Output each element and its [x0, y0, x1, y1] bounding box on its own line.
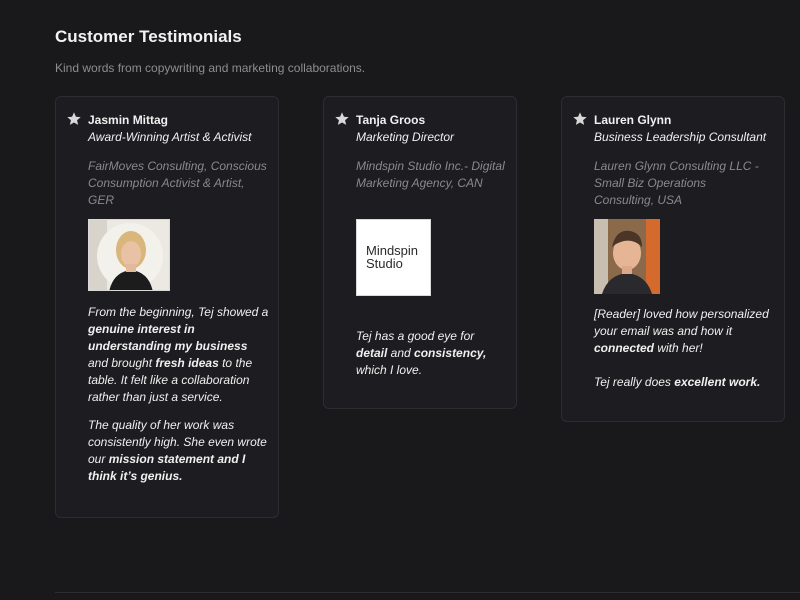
quote-paragraph: The quality of her work was consistently… [88, 418, 267, 483]
divider [55, 592, 800, 593]
testimonial-name: Tanja Groos [356, 113, 426, 127]
quote-paragraph: From the beginning, Tej showed a genuine… [88, 305, 269, 404]
testimonial-card-lauren: Lauren Glynn Business Leadership Consult… [561, 96, 785, 422]
company-logo-mindspin: Mindspin Studio [356, 219, 431, 296]
testimonial-organization: FairMoves Consulting, Conscious Consumpt… [88, 159, 267, 207]
testimonial-role: Marketing Director [356, 130, 455, 144]
quote-paragraph: [Reader] loved how personalized your ema… [594, 307, 769, 355]
testimonial-name: Lauren Glynn [594, 113, 672, 127]
testimonial-quote: [Reader] loved how personalized your ema… [594, 306, 774, 402]
testimonial-organization: Mindspin Studio Inc.- Digital Marketing … [356, 159, 505, 190]
avatar-photo-jasmin [88, 219, 170, 291]
testimonial-role: Award-Winning Artist & Activist [88, 130, 252, 144]
star-icon [335, 112, 349, 125]
page-subtitle: Kind words from copywriting and marketin… [55, 61, 366, 75]
portrait-image [89, 220, 169, 290]
testimonial-quote: Tej has a good eye for detail and consis… [356, 328, 506, 390]
quote-paragraph: Tej has a good eye for detail and consis… [356, 329, 487, 377]
testimonial-card-jasmin: Jasmin Mittag Award-Winning Artist & Act… [55, 96, 279, 518]
avatar-photo-lauren [594, 219, 660, 294]
testimonial-name: Jasmin Mittag [88, 113, 169, 127]
star-icon [573, 112, 587, 125]
star-icon [67, 112, 81, 125]
testimonial-organization: Lauren Glynn Consulting LLC - Small Biz … [594, 159, 759, 207]
testimonial-card-tanja: Tanja Groos Marketing Director Mindspin … [323, 96, 517, 409]
testimonial-quote: From the beginning, Tej showed a genuine… [88, 304, 270, 496]
quote-paragraph: Tej really does excellent work. [594, 375, 761, 389]
testimonial-role: Business Leadership Consultant [594, 130, 767, 144]
page-title: Customer Testimonials [55, 27, 242, 46]
logo-text: Studio [366, 256, 403, 271]
portrait-image [594, 219, 660, 294]
